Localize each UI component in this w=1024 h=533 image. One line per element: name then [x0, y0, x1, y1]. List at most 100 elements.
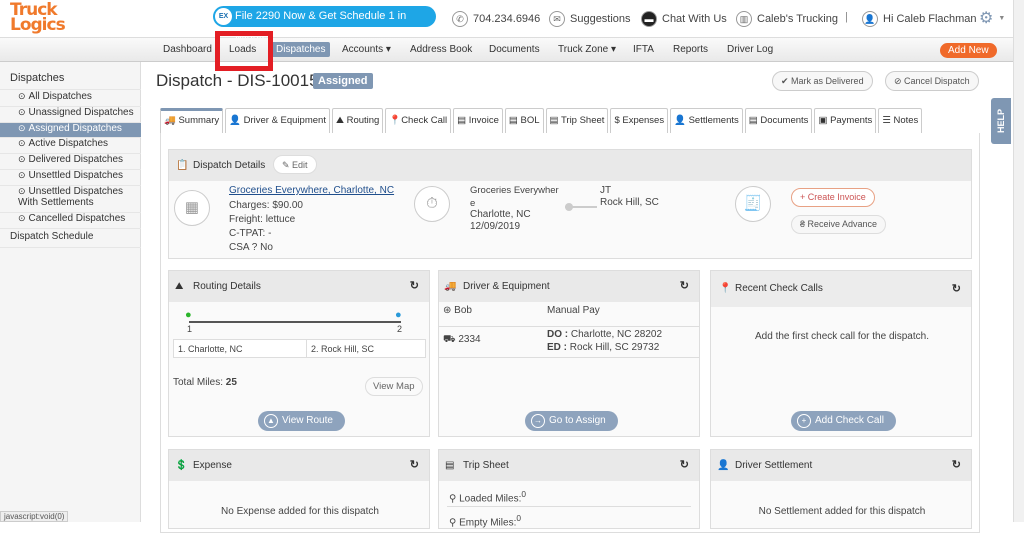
- label: Charges:: [229, 200, 270, 211]
- driver-row: ⊛ Bob: [443, 305, 472, 316]
- connector-dot: [565, 203, 573, 211]
- nav-reports[interactable]: Reports: [673, 44, 708, 55]
- truck-logics-logo[interactable]: Truck Logics: [10, 2, 66, 34]
- sidebar-item-unassigned[interactable]: ⊙ Unassigned Dispatches: [0, 107, 141, 123]
- tab-trip-sheet[interactable]: ▤ Trip Sheet: [545, 108, 609, 133]
- suggestions-link[interactable]: ✉ Suggestions: [549, 11, 631, 27]
- tab-payments[interactable]: ▣ Payments: [814, 108, 877, 133]
- stop-number: 1: [187, 324, 193, 334]
- help-tab[interactable]: HELP: [991, 98, 1011, 144]
- tab-documents[interactable]: ▤ Documents: [744, 108, 813, 133]
- nav-documents[interactable]: Documents: [489, 44, 540, 55]
- steering-wheel-icon: ⊛: [443, 305, 452, 316]
- tab-driver-equipment[interactable]: 👤 Driver & Equipment: [225, 108, 330, 133]
- tab-settlements[interactable]: 👤 Settlements: [670, 108, 743, 133]
- pickup-name-wrap: e: [470, 198, 476, 209]
- refresh-icon[interactable]: ↻: [410, 450, 419, 481]
- label: Cancelled Dispatches: [28, 213, 126, 224]
- refresh-icon[interactable]: ↻: [680, 450, 689, 481]
- add-check-call-button[interactable]: + Add Check Call: [791, 411, 896, 431]
- tab-notes[interactable]: ☰ Notes: [878, 108, 923, 133]
- receive-advance-button[interactable]: ₴ Receive Advance: [791, 215, 887, 234]
- status-badge: Assigned: [313, 73, 373, 89]
- sidebar-item-assigned[interactable]: ⊙ Assigned Dispatches: [0, 123, 141, 138]
- refresh-icon[interactable]: ↻: [410, 271, 419, 302]
- tab-bol[interactable]: ▤ BOL: [504, 108, 544, 133]
- tab-expenses[interactable]: $ Expenses: [610, 108, 669, 133]
- building-icon: ▥: [736, 11, 752, 27]
- nav-ifta[interactable]: IFTA: [633, 44, 654, 55]
- tab-invoice[interactable]: ▤ Invoice: [453, 108, 503, 133]
- pin-start-icon: ●: [185, 309, 192, 321]
- card-header: 🚚 Driver & Equipment ↻: [439, 271, 699, 302]
- tab-check-call[interactable]: 📍Check Call: [385, 108, 452, 133]
- sidebar-item-cancelled[interactable]: ⊙ Cancelled Dispatches: [0, 213, 141, 229]
- route-pin-icon: ⚲: [449, 517, 457, 529]
- go-to-assign-button[interactable]: → Go to Assign: [525, 411, 618, 431]
- label: Freight:: [229, 214, 263, 225]
- customer-link[interactable]: Groceries Everywhere, Charlotte, NC: [229, 185, 394, 196]
- user-name: Hi Caleb Flachman: [883, 13, 977, 25]
- sidebar-item-delivered[interactable]: ⊙ Delivered Dispatches: [0, 154, 141, 170]
- user-menu[interactable]: 👤 Hi Caleb Flachman: [862, 11, 977, 27]
- gear-icon[interactable]: ⚙ ▼: [979, 8, 1005, 28]
- value: 0: [521, 489, 527, 499]
- label: Check Call: [401, 115, 448, 126]
- card-header: ▤ Trip Sheet ↻: [439, 450, 699, 481]
- stop-number: 2: [397, 324, 403, 334]
- label: Notes: [893, 115, 919, 126]
- value: $90.00: [272, 200, 303, 211]
- create-invoice-button[interactable]: + Create Invoice: [791, 188, 875, 207]
- card-title: Dispatch Details: [193, 160, 266, 171]
- dispatch-details-card: 📋 Dispatch Details ✎ Edit ▦ Groceries Eve…: [168, 149, 972, 259]
- label: Go to Assign: [549, 415, 606, 426]
- value: No: [260, 242, 273, 253]
- label: Receive Advance: [807, 219, 878, 229]
- driver-name: Bob: [454, 305, 472, 316]
- cancel-dispatch-button[interactable]: ⊘ Cancel Dispatch: [885, 71, 979, 91]
- label: C-TPAT:: [229, 228, 266, 239]
- label: Payments: [830, 115, 873, 126]
- nav-dispatches[interactable]: Dispatches: [271, 42, 331, 57]
- label: BOL: [520, 115, 540, 126]
- refresh-icon[interactable]: ↻: [952, 271, 961, 307]
- view-map-button[interactable]: View Map: [365, 377, 423, 396]
- nav-driver-log[interactable]: Driver Log: [727, 44, 773, 55]
- nav-address-book[interactable]: Address Book: [410, 44, 472, 55]
- view-route-button[interactable]: ▲ View Route: [258, 411, 345, 431]
- nav-dashboard[interactable]: Dashboard: [163, 44, 212, 55]
- sidebar-item-all[interactable]: ⊙ All Dispatches: [0, 91, 141, 107]
- csa: CSA ? No: [229, 242, 273, 253]
- label: Active Dispatches: [28, 138, 109, 149]
- truck-small-icon: ⛟: [443, 334, 456, 345]
- circle-icon: ⊙: [18, 107, 26, 117]
- edit-button[interactable]: ✎ Edit: [273, 155, 317, 174]
- label: Mark as Delivered: [791, 76, 864, 86]
- phone[interactable]: ✆ 704.234.6946: [452, 11, 540, 27]
- tab-bar: 🚚 Summary 👤 Driver & Equipment ⛰ Routing…: [160, 108, 924, 133]
- sidebar-item-unsettled-settlements[interactable]: ⊙ Unsettled Dispatches With Settlements: [0, 186, 141, 213]
- nav-truck-zone[interactable]: Truck Zone ▾: [558, 44, 616, 55]
- tab-routing[interactable]: ⛰ Routing: [331, 108, 384, 133]
- user-icon: 👤: [862, 11, 878, 27]
- add-new-button[interactable]: Add New: [940, 43, 997, 58]
- tab-summary[interactable]: 🚚 Summary: [160, 108, 224, 133]
- refresh-icon[interactable]: ↻: [952, 450, 961, 481]
- sidebar-item-unsettled[interactable]: ⊙ Unsettled Dispatches: [0, 170, 141, 186]
- chat-link[interactable]: ▬ Chat With Us: [641, 11, 727, 27]
- plus-icon: +: [797, 414, 811, 428]
- mark-delivered-button[interactable]: ✔ Mark as Delivered: [772, 71, 873, 91]
- driver-equipment-card: 🚚 Driver & Equipment ↻ ⊛ Bob Manual Pay ⛟ …: [438, 270, 700, 437]
- nav-accounts[interactable]: Accounts ▾: [342, 44, 391, 55]
- sidebar-item-active[interactable]: ⊙ Active Dispatches: [0, 138, 141, 154]
- refresh-icon[interactable]: ↻: [680, 271, 689, 302]
- sidebar-dispatch-schedule[interactable]: Dispatch Schedule: [0, 231, 141, 248]
- promo-banner[interactable]: EX File 2290 Now & Get Schedule 1 in Minu…: [213, 6, 436, 43]
- scrollbar[interactable]: [1013, 0, 1024, 522]
- check-calls-card: 📍 Recent Check Calls ↻ Add the first check…: [710, 270, 972, 437]
- ed-line: ED : Rock Hill, SC 29732: [547, 342, 659, 353]
- ctpat: C-TPAT: -: [229, 228, 271, 239]
- ex-badge-icon: EX: [215, 8, 232, 25]
- company-link[interactable]: ▥ Caleb's Trucking: [736, 11, 838, 27]
- sidebar-title[interactable]: Dispatches: [0, 72, 141, 90]
